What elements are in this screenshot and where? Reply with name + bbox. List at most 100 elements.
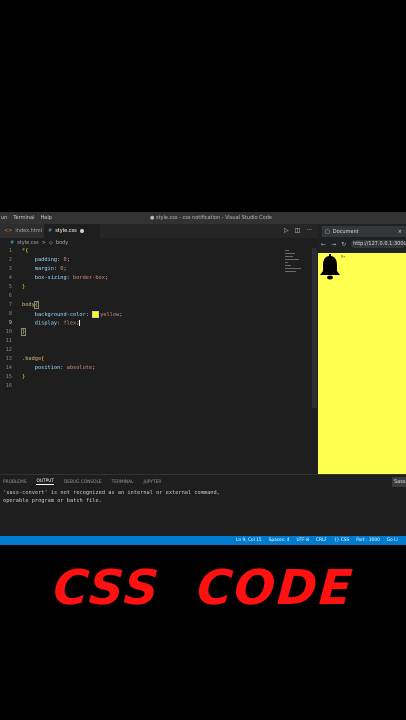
forward-arrow-icon[interactable]: → [331, 241, 336, 248]
css-file-icon: # [10, 240, 15, 246]
video-caption: CSS CODE [51, 560, 356, 616]
line-number: 10 [5, 329, 12, 335]
line-text: } [22, 284, 26, 290]
unsaved-dot-icon[interactable] [79, 229, 84, 233]
bell-icon [320, 254, 340, 280]
bottom-panel: PROBLEMS OUTPUT DEBUG CONSOLE TERMINAL J… [0, 474, 406, 537]
status-go-live[interactable]: Go Li [387, 538, 398, 543]
menu-item-run[interactable]: un [1, 215, 7, 221]
breadcrumb-separator: > [41, 240, 46, 246]
minimap[interactable] [285, 250, 307, 290]
split-editor-icon[interactable]: ◫ [295, 227, 301, 234]
vertical-scrollbar[interactable] [312, 248, 317, 408]
line-number: 11 [5, 338, 12, 344]
status-cursor-position[interactable]: Ln 9, Col 15 [236, 538, 262, 543]
browser-toolbar: ← → ↻ http://127.0.0.1:3000 [318, 238, 406, 250]
page-viewport: 9+ [318, 253, 406, 485]
code-line: 5} [0, 284, 312, 292]
notification-badge: 9+ [341, 254, 346, 259]
close-icon[interactable]: × [398, 229, 406, 235]
browser-tab[interactable]: ▢ Document × [322, 226, 406, 237]
line-number: 7 [8, 302, 12, 308]
css-file-icon: # [48, 228, 53, 234]
line-number: 12 [5, 347, 12, 353]
tab-output[interactable]: OUTPUT [36, 479, 54, 485]
status-encoding[interactable]: UTF-8 [297, 538, 310, 543]
code-line: 9 display: flex; [0, 320, 312, 328]
page-icon: ▢ [325, 228, 330, 235]
code-line: 4 box-sizing: border-box; [0, 275, 312, 283]
symbol-icon: ◇ [48, 240, 53, 246]
editor-actions: ▷ ◫ ··· [284, 227, 312, 234]
more-icon[interactable]: ··· [306, 227, 312, 234]
line-text: } [22, 374, 26, 380]
code-line: 13 .badge{ [0, 356, 312, 364]
reload-icon[interactable]: ↻ [341, 241, 346, 248]
tab-label: index.html [15, 228, 43, 234]
status-live-server-port[interactable]: Port : 3000 [356, 538, 380, 543]
color-swatch-icon[interactable] [92, 311, 100, 318]
window-title: ● style.css - css notification - Visual … [150, 215, 272, 221]
menu-item-help[interactable]: Help [40, 215, 51, 221]
code-editor[interactable]: 1 *{ 2 padding: 0; 3 margin: 0; 4 box-siz… [0, 248, 312, 472]
tab-debug-console[interactable]: DEBUG CONSOLE [64, 480, 102, 485]
code-line: 10} [0, 328, 312, 337]
breadcrumb-file[interactable]: style.css [17, 240, 39, 246]
editor-tabs: <> index.html # style.css [0, 224, 318, 238]
run-icon[interactable]: ▷ [284, 227, 289, 234]
output-channel-select[interactable]: Sass [392, 477, 406, 487]
line-text: margin: 0; [34, 266, 67, 272]
line-text: .badge{ [22, 356, 45, 362]
output-line: 'sass-convert' is not recognized as an i… [3, 490, 220, 496]
code-line: 14 position: absolute; [0, 365, 312, 373]
tab-index-html[interactable]: <> index.html [0, 224, 50, 238]
output-line: operable program or batch file. [3, 498, 102, 504]
line-text: padding: 0; [34, 257, 70, 263]
back-arrow-icon[interactable]: ← [321, 241, 326, 248]
line-text: background-color: yellow; [34, 311, 123, 318]
status-indentation[interactable]: Spaces: 4 [269, 538, 290, 543]
line-text: } [20, 328, 27, 336]
status-eol[interactable]: CRLF [316, 538, 327, 543]
line-number: 2 [8, 257, 12, 263]
line-number: 3 [8, 266, 12, 272]
code-line: 6 [0, 293, 312, 301]
code-line: 16 [0, 383, 312, 391]
browser-preview: ▢ Document × ← → ↻ http://127.0.0.1:3000… [318, 224, 406, 485]
code-line: 8 background-color: yellow; [0, 311, 312, 319]
panel-tabs: PROBLEMS OUTPUT DEBUG CONSOLE TERMINAL J… [0, 477, 161, 487]
code-line: 12 [0, 347, 312, 355]
line-number: 4 [8, 275, 12, 281]
code-line: 15} [0, 374, 312, 382]
tab-problems[interactable]: PROBLEMS [3, 480, 26, 485]
address-bar[interactable]: http://127.0.0.1:3000 [351, 240, 406, 248]
line-text: body{ [22, 301, 40, 309]
line-number: 8 [8, 311, 12, 317]
line-number: 15 [5, 374, 12, 380]
browser-tab-title: Document [332, 228, 359, 235]
line-text: *{ [22, 248, 29, 254]
line-number: 1 [8, 248, 12, 254]
tab-terminal[interactable]: TERMINAL [112, 480, 134, 485]
tab-jupyter[interactable]: JUPYTER [143, 480, 161, 485]
line-text: position: absolute; [34, 365, 96, 371]
line-number: 5 [8, 284, 12, 290]
menu-bar: un Terminal Help [0, 215, 52, 221]
line-number: 9 [8, 320, 12, 326]
text-cursor [79, 320, 81, 326]
html-file-icon: <> [4, 228, 13, 234]
code-line: 11 [0, 338, 312, 346]
code-line: 3 margin: 0; [0, 266, 312, 274]
menu-item-terminal[interactable]: Terminal [13, 215, 34, 221]
line-number: 13 [5, 356, 12, 362]
breadcrumb-symbol[interactable]: body [56, 240, 68, 246]
line-number: 16 [5, 383, 12, 389]
code-line: 7 body{ [0, 301, 312, 310]
line-text: box-sizing: border-box; [34, 275, 109, 281]
line-number: 14 [5, 365, 12, 371]
output-text: 'sass-convert' is not recognized as an i… [3, 489, 220, 505]
status-language[interactable]: {} CSS [334, 538, 349, 543]
title-bar: un Terminal Help ● style.css - css notif… [0, 212, 406, 224]
line-number: 6 [8, 293, 12, 299]
tab-style-css[interactable]: # style.css [44, 224, 100, 238]
